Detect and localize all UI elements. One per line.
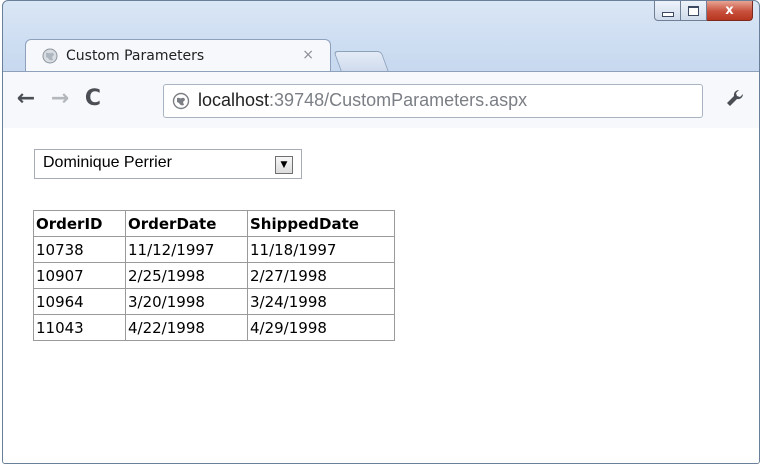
cell-shippeddate: 4/29/1998 xyxy=(247,314,395,341)
close-icon: x xyxy=(725,3,734,18)
reload-icon: C xyxy=(84,85,102,111)
table-row: 10907 2/25/1998 2/27/1998 xyxy=(33,262,395,289)
cell-shippeddate: 2/27/1998 xyxy=(247,262,395,289)
address-bar[interactable]: localhost:39748/CustomParameters.aspx xyxy=(163,84,703,118)
cell-shippeddate: 11/18/1997 xyxy=(247,236,395,263)
minimize-icon xyxy=(661,11,674,17)
settings-menu-button[interactable] xyxy=(723,86,747,110)
back-arrow-icon: ← xyxy=(16,85,36,111)
browser-window: x Custom Parameters × ← → C localhost:39… xyxy=(2,0,760,464)
cell-orderid: 10907 xyxy=(33,262,126,289)
new-tab-button[interactable] xyxy=(333,51,389,71)
dropdown-selected-value: Dominique Perrier xyxy=(43,154,172,171)
tab-close-icon[interactable]: × xyxy=(302,47,314,63)
page-content: Dominique Perrier ▼ OrderID OrderDate Sh… xyxy=(3,128,759,463)
customer-dropdown[interactable]: Dominique Perrier ▼ xyxy=(34,149,302,179)
minimize-button[interactable] xyxy=(654,1,681,21)
cell-orderdate: 2/25/1998 xyxy=(125,262,248,289)
maximize-button[interactable] xyxy=(681,1,707,21)
window-caption-buttons: x xyxy=(654,1,753,22)
url-host: localhost xyxy=(198,90,270,110)
cell-orderdate: 3/20/1998 xyxy=(125,288,248,315)
cell-orderid: 10964 xyxy=(33,288,126,315)
wrench-icon xyxy=(727,89,744,106)
table-row: 11043 4/22/1998 4/29/1998 xyxy=(33,314,395,341)
browser-toolbar: ← → C localhost:39748/CustomParameters.a… xyxy=(3,71,759,129)
table-row: 10964 3/20/1998 3/24/1998 xyxy=(33,288,395,315)
back-button[interactable]: ← xyxy=(13,85,39,111)
tab-title: Custom Parameters xyxy=(66,48,205,64)
table-header-row: OrderID OrderDate ShippedDate xyxy=(33,210,395,237)
table-row: 10738 11/12/1997 11/18/1997 xyxy=(33,236,395,263)
forward-button[interactable]: → xyxy=(47,85,73,111)
maximize-icon xyxy=(688,5,699,16)
reload-button[interactable]: C xyxy=(80,85,106,111)
page-globe-icon[interactable] xyxy=(172,92,190,110)
cell-orderid: 10738 xyxy=(33,236,126,263)
cell-orderdate: 4/22/1998 xyxy=(125,314,248,341)
forward-arrow-icon: → xyxy=(50,85,70,111)
dropdown-arrow-icon[interactable]: ▼ xyxy=(275,156,293,174)
cell-shippeddate: 3/24/1998 xyxy=(247,288,395,315)
header-shippeddate: ShippedDate xyxy=(247,210,395,237)
close-window-button[interactable]: x xyxy=(707,1,753,21)
header-orderid: OrderID xyxy=(33,210,126,237)
globe-icon xyxy=(42,48,58,64)
url-text: localhost:39748/CustomParameters.aspx xyxy=(198,90,527,111)
cell-orderid: 11043 xyxy=(33,314,126,341)
header-orderdate: OrderDate xyxy=(125,210,248,237)
cell-orderdate: 11/12/1997 xyxy=(125,236,248,263)
orders-table: OrderID OrderDate ShippedDate 10738 11/1… xyxy=(33,210,395,341)
tab-custom-parameters[interactable]: Custom Parameters × xyxy=(25,39,331,72)
url-path: :39748/CustomParameters.aspx xyxy=(269,90,528,110)
